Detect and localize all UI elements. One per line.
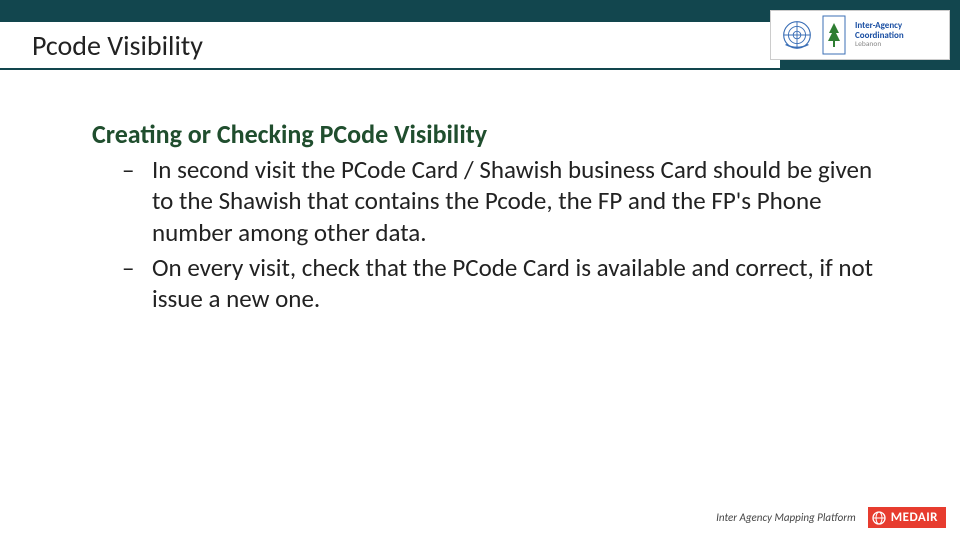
logo-text: Inter-Agency Coordination Lebanon xyxy=(855,21,904,49)
brand-label: MEDAIR xyxy=(891,510,938,525)
content-subtitle: Creating or Checking PCode Visibility xyxy=(92,118,882,150)
footer-caption: Inter Agency Mapping Platform xyxy=(716,511,856,524)
header-logo: Inter-Agency Coordination Lebanon xyxy=(770,10,950,60)
title-box: Pcode Visibility xyxy=(0,22,780,68)
page-title: Pcode Visibility xyxy=(32,28,203,63)
footer: Inter Agency Mapping Platform MEDAIR xyxy=(716,507,946,528)
list-item: On every visit, check that the PCode Car… xyxy=(122,252,882,315)
content-area: Creating or Checking PCode Visibility In… xyxy=(92,118,882,318)
un-emblem-icon xyxy=(775,13,819,57)
list-item: In second visit the PCode Card / Shawish… xyxy=(122,154,882,248)
slide: Pcode Visibility Inter-Agency Coordinati… xyxy=(0,0,960,540)
globe-icon xyxy=(872,511,886,525)
bullet-list: In second visit the PCode Card / Shawish… xyxy=(92,154,882,314)
logo-text-line3: Lebanon xyxy=(855,41,904,49)
cedar-icon xyxy=(819,13,849,57)
brand-badge: MEDAIR xyxy=(868,507,946,528)
